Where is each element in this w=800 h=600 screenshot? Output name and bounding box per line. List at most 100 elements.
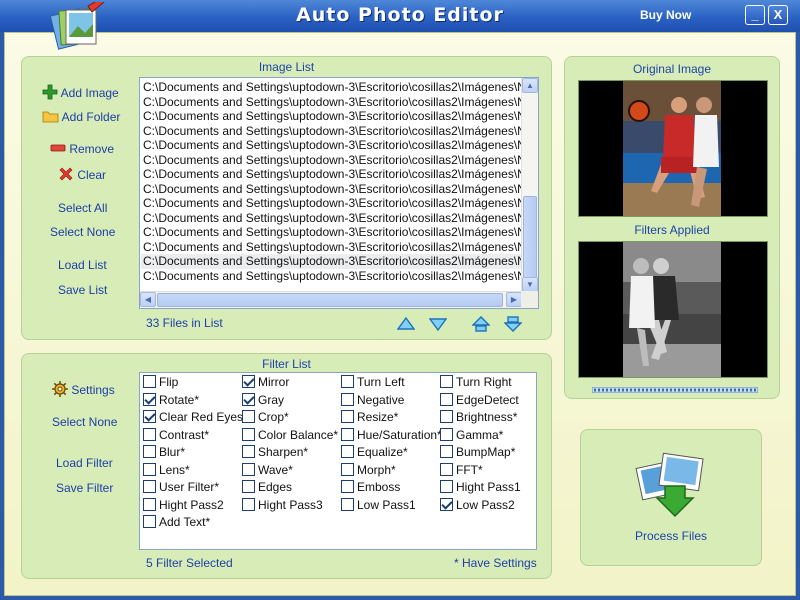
filter-checkbox[interactable]	[242, 497, 255, 511]
filter-option[interactable]: Mirror	[242, 375, 289, 391]
filter-checkbox[interactable]	[440, 392, 453, 406]
filter-option[interactable]: Contrast*	[143, 427, 209, 444]
filter-option[interactable]: Lens*	[143, 462, 190, 479]
buy-now-link[interactable]: Buy Now	[640, 8, 691, 22]
filter-option[interactable]: Gray	[242, 392, 284, 409]
filter-option[interactable]: Low Pass1	[341, 497, 416, 514]
filter-select-none-button[interactable]: Select None	[52, 415, 117, 429]
filter-checkbox[interactable]	[143, 480, 156, 493]
file-row[interactable]: C:\Documents and Settings\uptodown-3\Esc…	[141, 153, 521, 168]
file-row[interactable]: C:\Documents and Settings\uptodown-3\Esc…	[141, 196, 521, 211]
filter-checkbox[interactable]	[143, 375, 156, 388]
filter-checkbox[interactable]	[143, 392, 156, 406]
save-filter-button[interactable]: Save Filter	[56, 481, 113, 495]
filter-option[interactable]: Flip	[143, 375, 178, 391]
file-row[interactable]: C:\Documents and Settings\uptodown-3\Esc…	[141, 254, 521, 269]
settings-button[interactable]: Settings	[52, 381, 115, 397]
filter-option[interactable]: FFT*	[440, 462, 483, 479]
filter-option[interactable]: Brightness*	[440, 410, 517, 426]
move-up-icon[interactable]	[397, 317, 415, 331]
horizontal-scroll-thumb[interactable]	[157, 293, 503, 307]
filter-checkbox[interactable]	[341, 375, 354, 388]
filter-option[interactable]: Gamma*	[440, 427, 503, 444]
filter-checkbox[interactable]	[440, 462, 453, 476]
filter-option[interactable]: Rotate*	[143, 392, 199, 409]
filter-checkbox[interactable]	[440, 410, 453, 423]
filter-option[interactable]: Turn Right	[440, 375, 512, 391]
close-button[interactable]: X	[768, 5, 788, 25]
remove-button[interactable]: Remove	[50, 142, 114, 156]
file-row[interactable]: C:\Documents and Settings\uptodown-3\Esc…	[141, 182, 521, 197]
image-file-list[interactable]: C:\Documents and Settings\uptodown-3\Esc…	[139, 77, 539, 309]
filter-checkbox[interactable]	[242, 392, 255, 406]
select-none-button[interactable]: Select None	[50, 225, 115, 239]
filter-checkbox[interactable]	[242, 462, 255, 476]
file-row[interactable]: C:\Documents and Settings\uptodown-3\Esc…	[141, 225, 521, 240]
filter-checkbox[interactable]	[143, 427, 156, 441]
filter-option[interactable]: Hight Pass1	[440, 480, 521, 496]
file-row[interactable]: C:\Documents and Settings\uptodown-3\Esc…	[141, 80, 521, 95]
file-row[interactable]: C:\Documents and Settings\uptodown-3\Esc…	[141, 138, 521, 153]
select-all-button[interactable]: Select All	[58, 201, 107, 215]
file-row[interactable]: C:\Documents and Settings\uptodown-3\Esc…	[141, 95, 521, 110]
process-files-button[interactable]: Process Files	[580, 429, 762, 566]
filter-checkbox[interactable]	[143, 410, 156, 423]
filter-option[interactable]: Wave*	[242, 462, 293, 479]
filter-checkbox[interactable]	[242, 445, 255, 458]
add-folder-button[interactable]: Add Folder	[42, 109, 120, 124]
filter-option[interactable]: Clear Red Eyes	[143, 410, 243, 426]
move-down-icon[interactable]	[429, 317, 447, 331]
filter-checkbox[interactable]	[143, 445, 156, 458]
filter-checkbox[interactable]	[341, 410, 354, 423]
scroll-up-button[interactable]: ▲	[522, 78, 538, 93]
filter-checkbox[interactable]	[242, 375, 255, 388]
filter-option[interactable]: Equalize*	[341, 445, 408, 461]
filter-checkbox[interactable]	[341, 497, 354, 511]
filter-checkbox[interactable]	[242, 480, 255, 493]
horizontal-scrollbar[interactable]: ◀ ▶	[140, 291, 522, 308]
vertical-scroll-thumb[interactable]	[523, 196, 537, 286]
scroll-down-button[interactable]: ▼	[522, 277, 538, 292]
vertical-scrollbar[interactable]: ▲ ▼	[521, 78, 538, 292]
filter-option[interactable]: EdgeDetect	[440, 392, 519, 409]
file-row[interactable]: C:\Documents and Settings\uptodown-3\Esc…	[141, 269, 521, 284]
filter-option[interactable]: Emboss	[341, 480, 400, 496]
move-bottom-icon[interactable]	[504, 316, 522, 332]
filter-checkbox[interactable]	[341, 480, 354, 493]
filter-option[interactable]: BumpMap*	[440, 445, 515, 461]
add-image-button[interactable]: Add Image	[42, 84, 119, 100]
filter-checkbox[interactable]	[143, 497, 156, 511]
filter-checkbox[interactable]	[242, 427, 255, 441]
minimize-button[interactable]: _	[745, 5, 765, 25]
file-row[interactable]: C:\Documents and Settings\uptodown-3\Esc…	[141, 240, 521, 255]
filter-checkbox[interactable]	[341, 392, 354, 406]
filter-option[interactable]: Hue/Saturation*	[341, 427, 442, 444]
load-filter-button[interactable]: Load Filter	[56, 456, 113, 470]
filter-checkbox[interactable]	[143, 515, 156, 528]
filter-option[interactable]: Add Text*	[143, 515, 210, 531]
filter-checkbox[interactable]	[341, 427, 354, 441]
filter-option[interactable]: Morph*	[341, 462, 396, 479]
load-list-button[interactable]: Load List	[58, 258, 107, 272]
file-row[interactable]: C:\Documents and Settings\uptodown-3\Esc…	[141, 109, 521, 124]
filter-checkbox[interactable]	[440, 427, 453, 441]
filter-option[interactable]: Color Balance*	[242, 427, 338, 444]
filter-checkbox[interactable]	[440, 445, 453, 458]
clear-button[interactable]: Clear	[58, 166, 106, 182]
filter-checkbox[interactable]	[242, 410, 255, 423]
filter-option[interactable]: Hight Pass3	[242, 497, 323, 514]
filter-checkbox[interactable]	[143, 462, 156, 476]
filter-option[interactable]: Low Pass2	[440, 497, 515, 514]
filter-option[interactable]: Blur*	[143, 445, 185, 461]
filter-checkbox[interactable]	[440, 480, 453, 493]
filter-checkbox[interactable]	[440, 375, 453, 388]
file-row[interactable]: C:\Documents and Settings\uptodown-3\Esc…	[141, 124, 521, 139]
file-row[interactable]: C:\Documents and Settings\uptodown-3\Esc…	[141, 167, 521, 182]
move-top-icon[interactable]	[472, 316, 490, 332]
filter-checkbox[interactable]	[440, 497, 453, 511]
filter-option[interactable]: Hight Pass2	[143, 497, 224, 514]
filter-checkbox[interactable]	[341, 462, 354, 476]
filter-option[interactable]: Sharpen*	[242, 445, 308, 461]
scroll-right-button[interactable]: ▶	[506, 292, 522, 307]
filter-option[interactable]: Edges	[242, 480, 292, 496]
